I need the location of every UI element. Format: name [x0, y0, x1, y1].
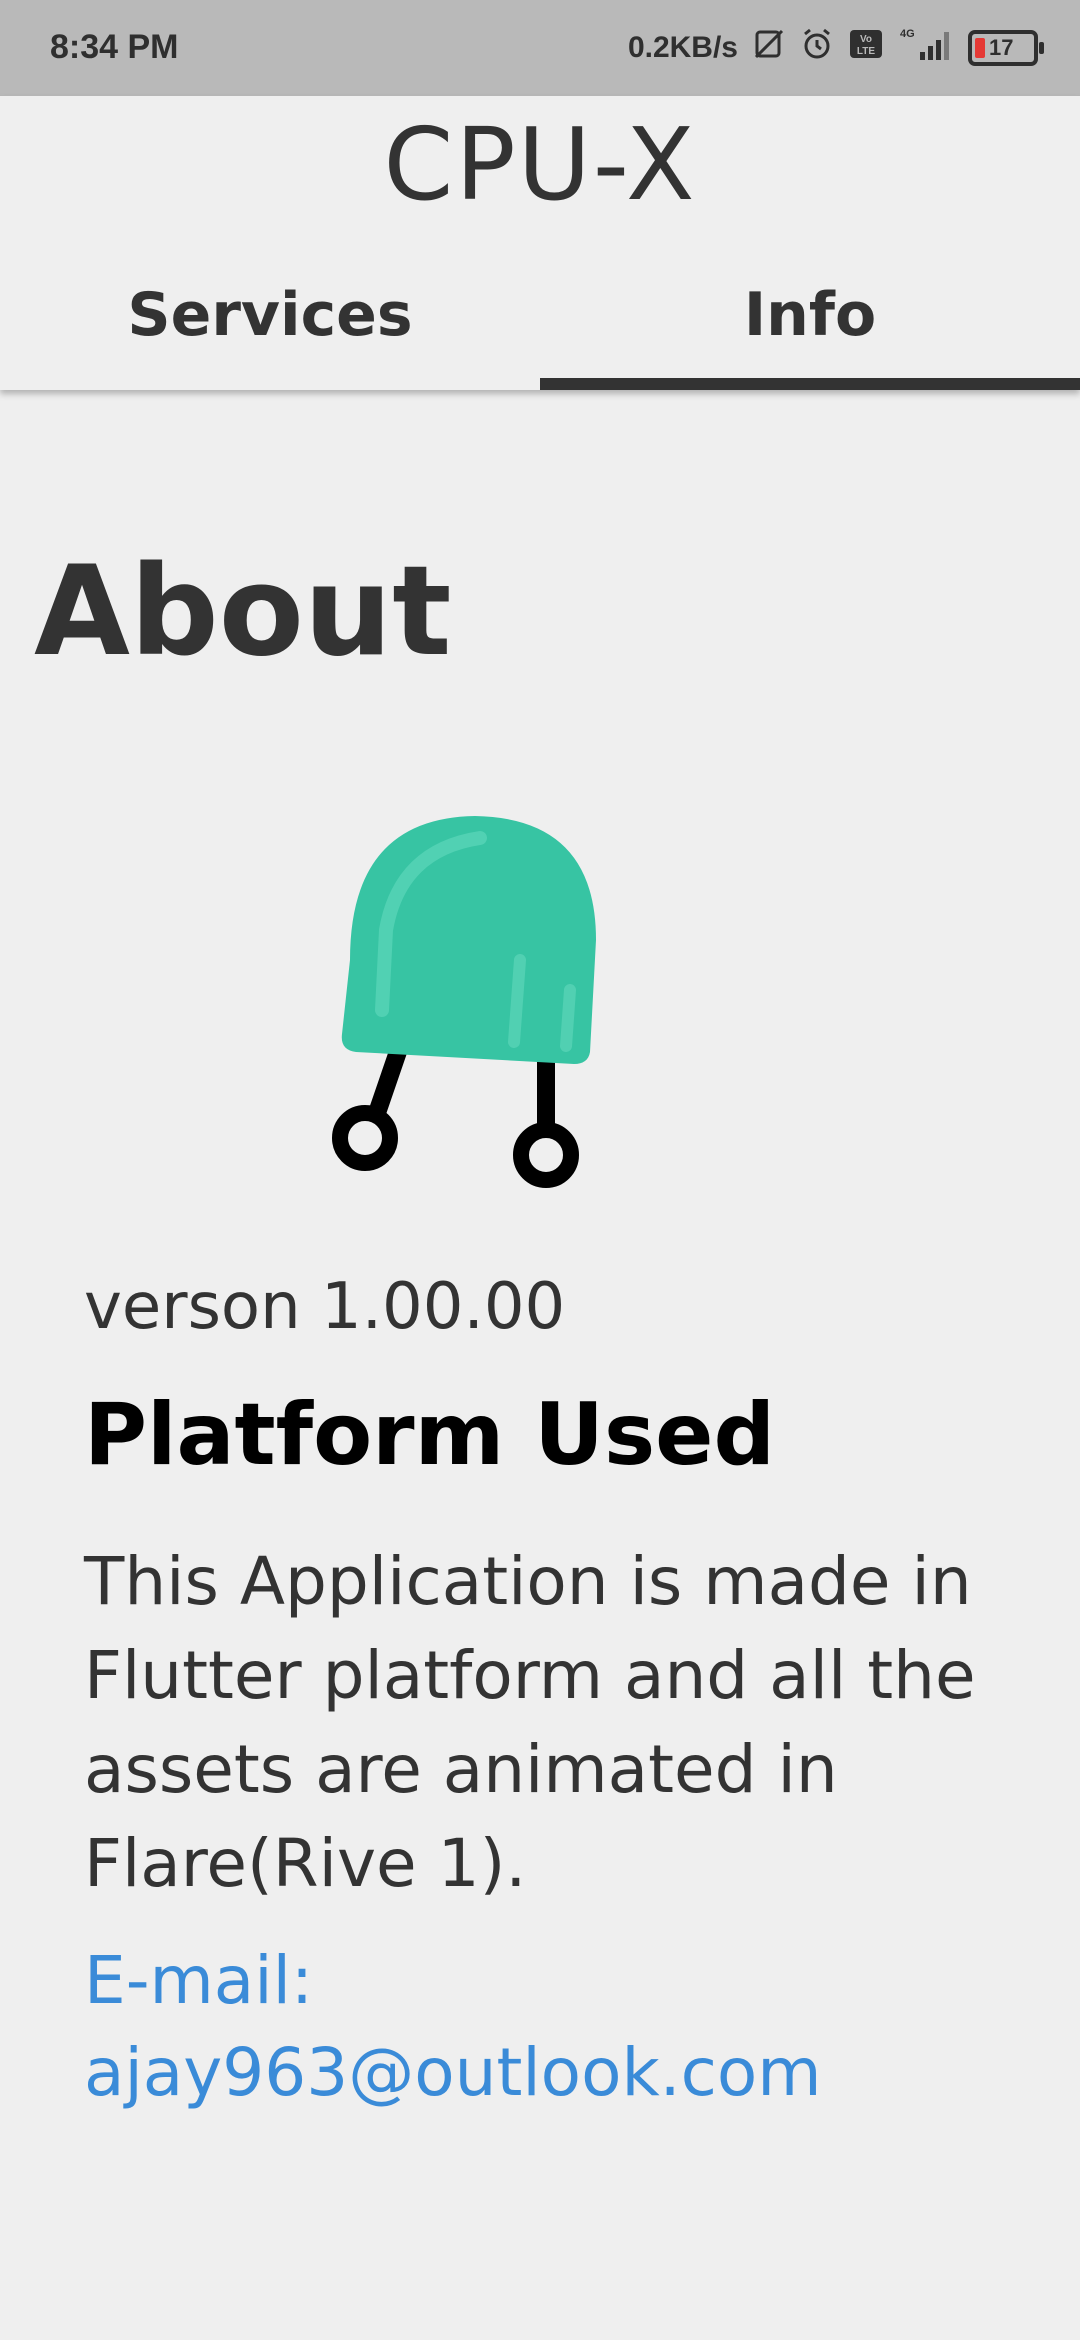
platform-heading: Platform Used — [84, 1385, 776, 1485]
platform-description: This Application is made in Flutter plat… — [84, 1543, 976, 1902]
tab-info[interactable]: Info — [540, 266, 1080, 390]
status-bar: 8:34 PM 0.2KB/s Vo LTE 4G 17 — [0, 0, 1080, 96]
svg-text:Vo: Vo — [860, 34, 872, 45]
battery-fill — [975, 38, 985, 58]
network-type-label: 4G — [900, 28, 915, 40]
svg-text:LTE: LTE — [857, 46, 875, 57]
email-block: E-mail: ajay963@outlook.com — [84, 1935, 1044, 2119]
tab-services[interactable]: Services — [0, 266, 540, 390]
battery-level: 17 — [989, 35, 1014, 60]
sim-disabled-icon — [752, 27, 786, 69]
robot-icon — [320, 810, 620, 1200]
app-bar: CPU-X Services Info — [0, 96, 1080, 390]
battery-icon: 17 — [968, 30, 1044, 66]
app-title: CPU-X — [383, 106, 697, 223]
alarm-icon — [800, 27, 834, 69]
status-time: 8:34 PM — [50, 28, 179, 66]
version-text: verson 1.00.00 — [84, 1270, 566, 1344]
about-heading: About — [34, 540, 452, 684]
email-link[interactable]: ajay963@outlook.com — [84, 2027, 1044, 2119]
status-icons: 0.2KB/s Vo LTE 4G 17 — [627, 26, 1044, 70]
volte-icon: Vo LTE — [848, 27, 884, 69]
network-speed: 0.2KB/s — [627, 31, 738, 64]
4g-signal-icon: 4G — [898, 26, 954, 70]
email-label: E-mail: — [84, 1942, 314, 2019]
tab-bar: Services Info — [0, 266, 1080, 390]
